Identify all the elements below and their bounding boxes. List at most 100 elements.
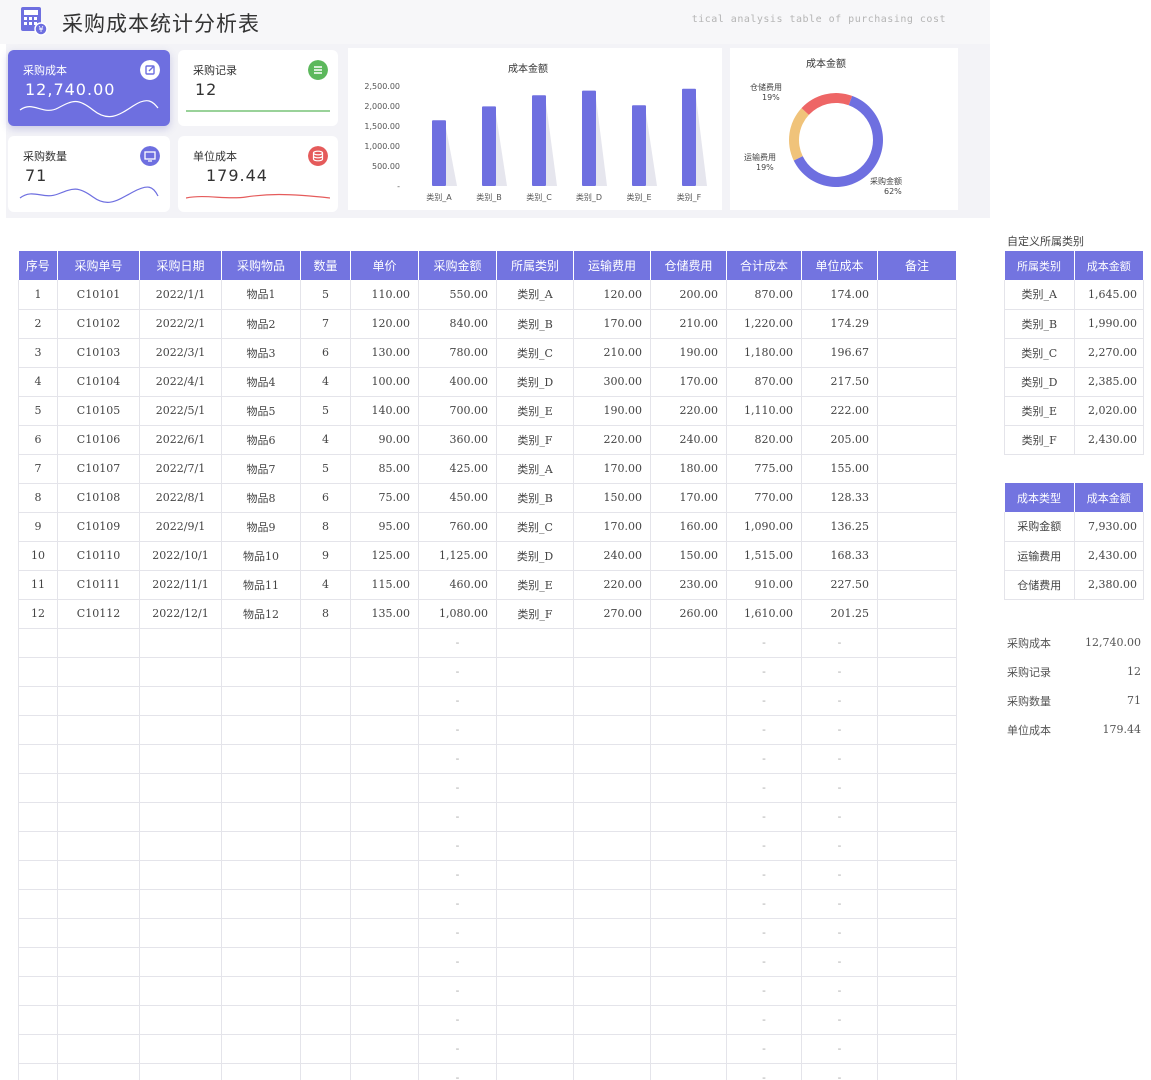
bar[interactable] xyxy=(432,120,446,186)
table-cell[interactable]: 2022/8/1 xyxy=(139,483,222,513)
table-cell[interactable] xyxy=(300,715,351,745)
table-cell[interactable] xyxy=(877,744,957,774)
table-cell[interactable] xyxy=(300,947,351,977)
table-cell[interactable] xyxy=(496,918,574,948)
table-cell[interactable]: - xyxy=(726,947,802,977)
table-cell[interactable]: 230.00 xyxy=(650,570,727,600)
table-cell[interactable] xyxy=(350,947,419,977)
column-header[interactable]: 成本类型 xyxy=(1004,483,1075,512)
table-cell[interactable] xyxy=(877,686,957,716)
table-cell[interactable]: 170.00 xyxy=(573,309,651,339)
table-cell[interactable]: 170.00 xyxy=(573,512,651,542)
table-cell[interactable]: 类别_C xyxy=(1004,338,1075,368)
table-cell[interactable] xyxy=(877,396,957,426)
table-cell[interactable]: 7,930.00 xyxy=(1074,512,1144,542)
table-cell[interactable] xyxy=(57,686,140,716)
table-cell[interactable] xyxy=(18,976,58,1006)
table-cell[interactable]: 1,990.00 xyxy=(1074,309,1144,339)
table-cell[interactable]: - xyxy=(801,976,878,1006)
table-cell[interactable]: C10106 xyxy=(57,425,140,455)
table-cell[interactable] xyxy=(300,802,351,832)
column-header[interactable]: 成本金额 xyxy=(1074,483,1144,512)
table-cell[interactable] xyxy=(350,657,419,687)
table-cell[interactable]: - xyxy=(418,860,497,890)
table-cell[interactable]: - xyxy=(418,1063,497,1080)
table-cell[interactable]: 2,430.00 xyxy=(1074,425,1144,455)
table-cell[interactable]: 115.00 xyxy=(350,570,419,600)
table-cell[interactable] xyxy=(300,831,351,861)
column-header[interactable]: 所属类别 xyxy=(1004,251,1075,280)
table-cell[interactable]: 3 xyxy=(18,338,58,368)
table-cell[interactable]: 物品3 xyxy=(221,338,301,368)
table-cell[interactable] xyxy=(350,1034,419,1064)
table-cell[interactable] xyxy=(300,1034,351,1064)
table-cell[interactable]: 220.00 xyxy=(650,396,727,426)
table-cell[interactable]: - xyxy=(801,831,878,861)
table-cell[interactable]: - xyxy=(801,1034,878,1064)
table-cell[interactable] xyxy=(221,831,301,861)
table-cell[interactable] xyxy=(877,947,957,977)
table-cell[interactable]: 2022/4/1 xyxy=(139,367,222,397)
table-cell[interactable] xyxy=(57,889,140,919)
table-cell[interactable] xyxy=(221,744,301,774)
table-cell[interactable] xyxy=(57,831,140,861)
table-cell[interactable] xyxy=(221,889,301,919)
table-cell[interactable]: 类别_B xyxy=(496,483,574,513)
column-header[interactable]: 采购单号 xyxy=(57,251,140,280)
table-cell[interactable] xyxy=(877,512,957,542)
table-cell[interactable]: 2022/9/1 xyxy=(139,512,222,542)
table-cell[interactable]: 130.00 xyxy=(350,338,419,368)
table-cell[interactable]: 75.00 xyxy=(350,483,419,513)
table-cell[interactable]: 205.00 xyxy=(801,425,878,455)
table-cell[interactable] xyxy=(877,976,957,1006)
table-cell[interactable] xyxy=(877,657,957,687)
table-cell[interactable] xyxy=(573,976,651,1006)
bar[interactable] xyxy=(632,105,646,186)
donut-slice[interactable] xyxy=(789,108,809,161)
table-cell[interactable]: 201.25 xyxy=(801,599,878,629)
table-cell[interactable]: 2,270.00 xyxy=(1074,338,1144,368)
table-cell[interactable]: 12 xyxy=(18,599,58,629)
table-cell[interactable] xyxy=(496,1034,574,1064)
table-cell[interactable]: - xyxy=(418,773,497,803)
table-cell[interactable]: - xyxy=(726,860,802,890)
table-cell[interactable] xyxy=(57,773,140,803)
donut-slice[interactable] xyxy=(801,93,853,115)
table-cell[interactable]: 9 xyxy=(300,541,351,571)
table-cell[interactable]: 9 xyxy=(18,512,58,542)
table-cell[interactable] xyxy=(221,657,301,687)
table-cell[interactable] xyxy=(18,1005,58,1035)
table-cell[interactable] xyxy=(496,976,574,1006)
table-cell[interactable]: - xyxy=(418,744,497,774)
column-header[interactable]: 单价 xyxy=(350,251,419,280)
table-cell[interactable] xyxy=(496,628,574,658)
table-cell[interactable] xyxy=(877,918,957,948)
table-cell[interactable]: - xyxy=(418,802,497,832)
table-cell[interactable] xyxy=(496,1005,574,1035)
table-cell[interactable] xyxy=(573,802,651,832)
table-cell[interactable]: 2022/11/1 xyxy=(139,570,222,600)
table-cell[interactable] xyxy=(300,686,351,716)
table-cell[interactable]: 775.00 xyxy=(726,454,802,484)
table-cell[interactable]: 5 xyxy=(300,454,351,484)
table-cell[interactable] xyxy=(877,715,957,745)
table-cell[interactable]: 450.00 xyxy=(418,483,497,513)
table-cell[interactable]: 类别_F xyxy=(496,425,574,455)
table-cell[interactable]: - xyxy=(801,773,878,803)
column-header[interactable]: 采购金额 xyxy=(418,251,497,280)
table-cell[interactable]: - xyxy=(726,976,802,1006)
table-cell[interactable] xyxy=(18,657,58,687)
table-cell[interactable] xyxy=(496,947,574,977)
table-cell[interactable] xyxy=(650,686,727,716)
table-cell[interactable]: 125.00 xyxy=(350,541,419,571)
table-cell[interactable] xyxy=(350,628,419,658)
table-cell[interactable] xyxy=(496,1063,574,1080)
table-cell[interactable]: 4 xyxy=(300,425,351,455)
table-cell[interactable] xyxy=(877,309,957,339)
table-cell[interactable]: - xyxy=(726,1034,802,1064)
table-cell[interactable] xyxy=(877,831,957,861)
table-cell[interactable]: 120.00 xyxy=(350,309,419,339)
table-cell[interactable] xyxy=(221,1005,301,1035)
table-cell[interactable]: - xyxy=(801,686,878,716)
table-cell[interactable]: 90.00 xyxy=(350,425,419,455)
